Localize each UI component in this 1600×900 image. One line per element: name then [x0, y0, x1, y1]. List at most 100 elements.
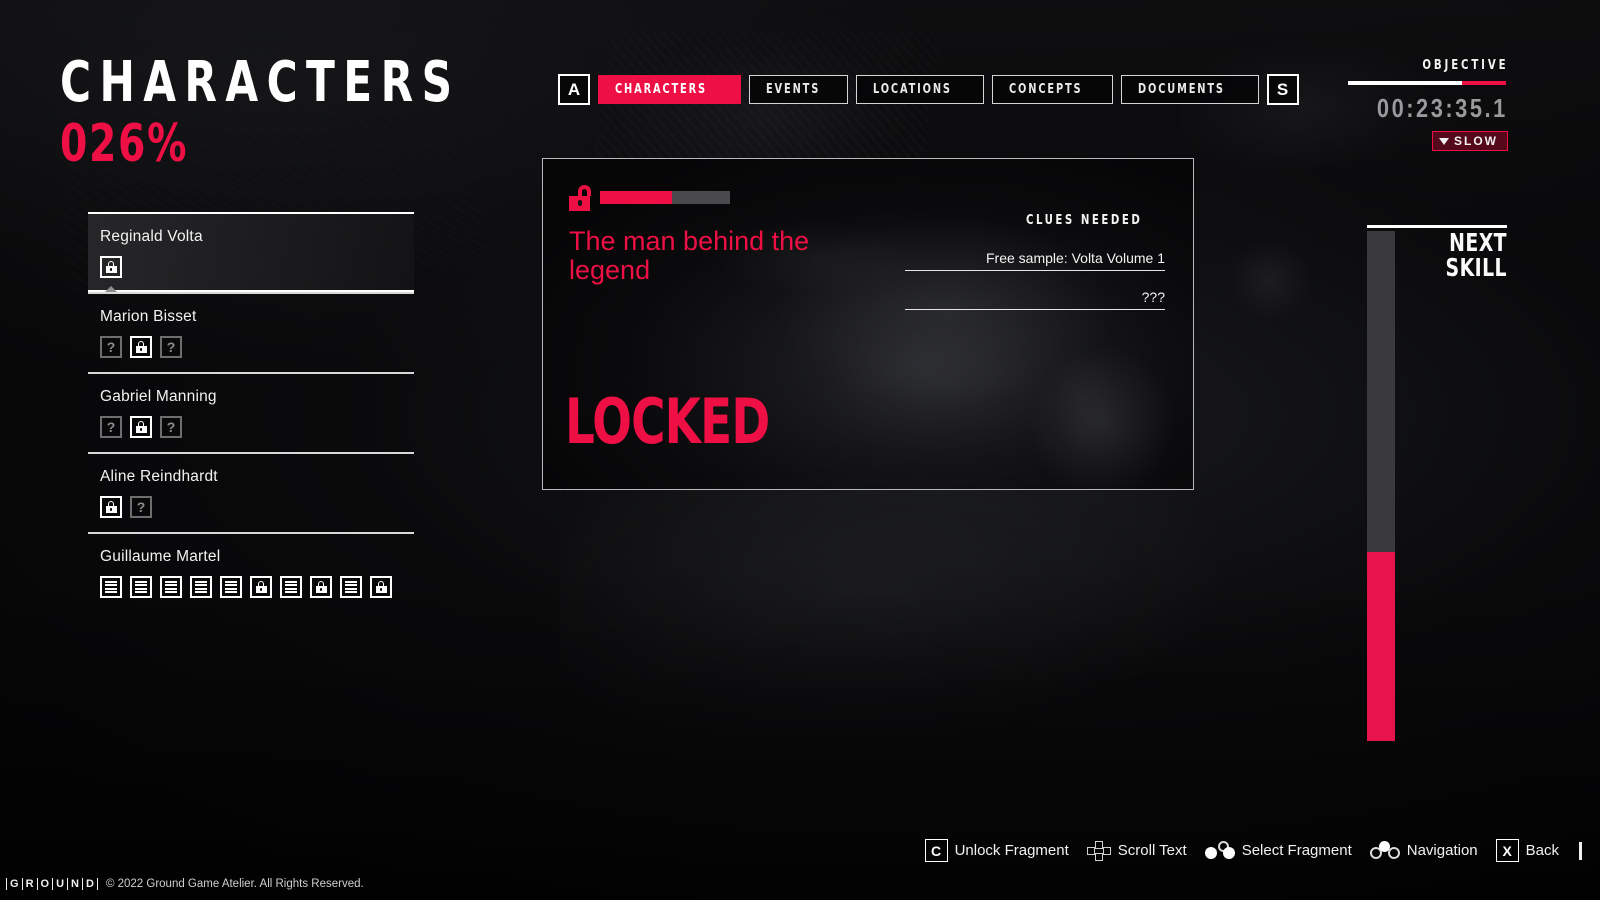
brand-letter: D [81, 878, 98, 890]
fragment-lock-icon[interactable] [100, 496, 122, 518]
arrow-down-icon [1439, 137, 1449, 145]
control-hint-label: Back [1525, 842, 1559, 859]
next-skill-meter: NEXT SKILL [1367, 225, 1507, 741]
fragment-icon-row[interactable]: ?? [100, 416, 414, 438]
character-row[interactable]: Guillaume Martel [88, 532, 414, 612]
lock-open-icon [569, 185, 591, 211]
fragment-progress-fill [600, 191, 672, 204]
fragment-unknown-icon[interactable]: ? [160, 416, 182, 438]
control-hint[interactable]: Select Fragment [1204, 840, 1352, 861]
sticks-icon [1204, 840, 1235, 861]
fragment-document-icon[interactable] [130, 576, 152, 598]
next-skill-line2: SKILL [1445, 252, 1507, 282]
character-list[interactable]: Reginald Volta Marion Bisset?? Gabriel Man… [88, 212, 414, 612]
copyright-text: © 2022 Ground Game Atelier. All Rights R… [105, 878, 364, 890]
fragment-icon-row[interactable] [100, 576, 414, 598]
clues-heading: CLUES NEEDED [1026, 212, 1143, 228]
footer: GROUND © 2022 Ground Game Atelier. All R… [6, 878, 364, 890]
control-hints-bar: C Unlock Fragment Scroll Text Select Fragme… [924, 839, 1582, 862]
fragment-document-icon[interactable] [280, 576, 302, 598]
brand-letter: N [67, 878, 82, 890]
key-c-icon[interactable]: C [924, 839, 948, 862]
nav-sticks-icon [1369, 840, 1400, 861]
character-row[interactable]: Gabriel Manning?? [88, 372, 414, 452]
fragment-document-icon[interactable] [160, 576, 182, 598]
brand-letter: U [52, 878, 67, 890]
slow-badge-label: SLOW [1454, 134, 1498, 148]
fragment-document-icon[interactable] [340, 576, 362, 598]
fragment-document-icon[interactable] [190, 576, 212, 598]
character-row[interactable]: Aline Reindhardt? [88, 452, 414, 532]
page-title: CHARACTERS [60, 50, 461, 115]
fragment-lock-icon[interactable] [310, 576, 332, 598]
fragment-icon-row[interactable]: ?? [100, 336, 414, 358]
fragment-detail-card[interactable]: The man behind the legend LOCKED CLUES N… [542, 158, 1194, 490]
objective-bar-accent [1461, 81, 1506, 85]
character-name: Aline Reindhardt [100, 468, 218, 485]
skill-meter-fill [1367, 552, 1395, 741]
character-name: Reginald Volta [100, 228, 203, 245]
tab-items[interactable]: CHARACTERS EVENTS LOCATIONS CONCEPTS DOCUMEN… [598, 75, 1259, 104]
character-row[interactable]: Marion Bisset?? [88, 292, 414, 372]
fragment-lock-icon[interactable] [370, 576, 392, 598]
next-skill-label: NEXT SKILL [1431, 230, 1507, 282]
control-hint-label: Scroll Text [1117, 842, 1187, 859]
tab-locations[interactable]: LOCATIONS [855, 75, 984, 104]
completion-percent: 026% [60, 114, 189, 174]
fragment-lock-icon[interactable] [130, 416, 152, 438]
row-divider [88, 372, 414, 374]
character-name: Gabriel Manning [100, 388, 217, 405]
fragment-icon-row[interactable] [100, 256, 414, 278]
fragment-unknown-icon[interactable]: ? [130, 496, 152, 518]
tab-events[interactable]: EVENTS [749, 75, 848, 104]
tab-characters[interactable]: CHARACTERS [598, 75, 742, 104]
tab-label: EVENTS [766, 82, 821, 97]
fragment-lock-icon[interactable] [250, 576, 272, 598]
control-hint[interactable]: Scroll Text [1086, 840, 1187, 861]
next-tab-key[interactable]: S [1266, 74, 1299, 105]
tab-label: CONCEPTS [1008, 82, 1083, 97]
row-divider [88, 452, 414, 454]
objective-label: OBJECTIVE [1421, 57, 1508, 73]
brand-letter: R [21, 878, 37, 890]
character-name: Guillaume Martel [100, 548, 221, 565]
tab-documents[interactable]: DOCUMENTS [1121, 75, 1259, 104]
control-hint-label: Unlock Fragment [954, 842, 1069, 859]
fragment-title: The man behind the legend [569, 226, 810, 286]
dpad-icon [1086, 840, 1111, 861]
fragment-lock-icon[interactable] [100, 256, 122, 278]
slow-status-badge: SLOW [1432, 131, 1508, 151]
key-x-icon[interactable]: X [1495, 839, 1519, 862]
text-cursor [1579, 841, 1582, 860]
row-divider [88, 212, 414, 214]
clue-rows: Free sample: Volta Volume 1??? [905, 250, 1165, 310]
tab-concepts[interactable]: CONCEPTS [991, 75, 1114, 104]
fragment-progress-bar [600, 191, 730, 204]
skill-meter-track [1367, 231, 1395, 741]
fragment-unknown-icon[interactable]: ? [100, 416, 122, 438]
category-tab-bar[interactable]: A CHARACTERS EVENTS LOCATIONS CONCEPTS DOCUM… [558, 74, 1299, 105]
fragment-unknown-icon[interactable]: ? [160, 336, 182, 358]
objective-bar-white [1348, 81, 1462, 85]
clues-panel: CLUES NEEDED Free sample: Volta Volume 1… [905, 211, 1165, 328]
objective-timer: 00:23:35.1 [1377, 93, 1508, 123]
prev-tab-key[interactable]: A [558, 74, 590, 105]
control-hint[interactable]: X Back [1495, 839, 1559, 862]
control-hint[interactable]: Navigation [1369, 840, 1478, 861]
tab-label: LOCATIONS [872, 82, 952, 97]
control-hint-label: Navigation [1406, 842, 1478, 859]
control-hint[interactable]: C Unlock Fragment [924, 839, 1069, 862]
control-hint-label: Select Fragment [1241, 842, 1352, 859]
fragment-document-icon[interactable] [100, 576, 122, 598]
locked-status: LOCKED [565, 385, 770, 458]
brand-letter: G [6, 878, 22, 890]
character-row[interactable]: Reginald Volta [88, 212, 414, 293]
row-divider [88, 532, 414, 534]
character-name: Marion Bisset [100, 308, 197, 325]
left-panel: CHARACTERS 026% Reginald Volta Marion Bis… [0, 0, 470, 900]
fragment-unknown-icon[interactable]: ? [100, 336, 122, 358]
fragment-lock-icon[interactable] [130, 336, 152, 358]
fragment-icon-row[interactable]: ? [100, 496, 414, 518]
brand-letter: O [36, 878, 53, 890]
fragment-document-icon[interactable] [220, 576, 242, 598]
